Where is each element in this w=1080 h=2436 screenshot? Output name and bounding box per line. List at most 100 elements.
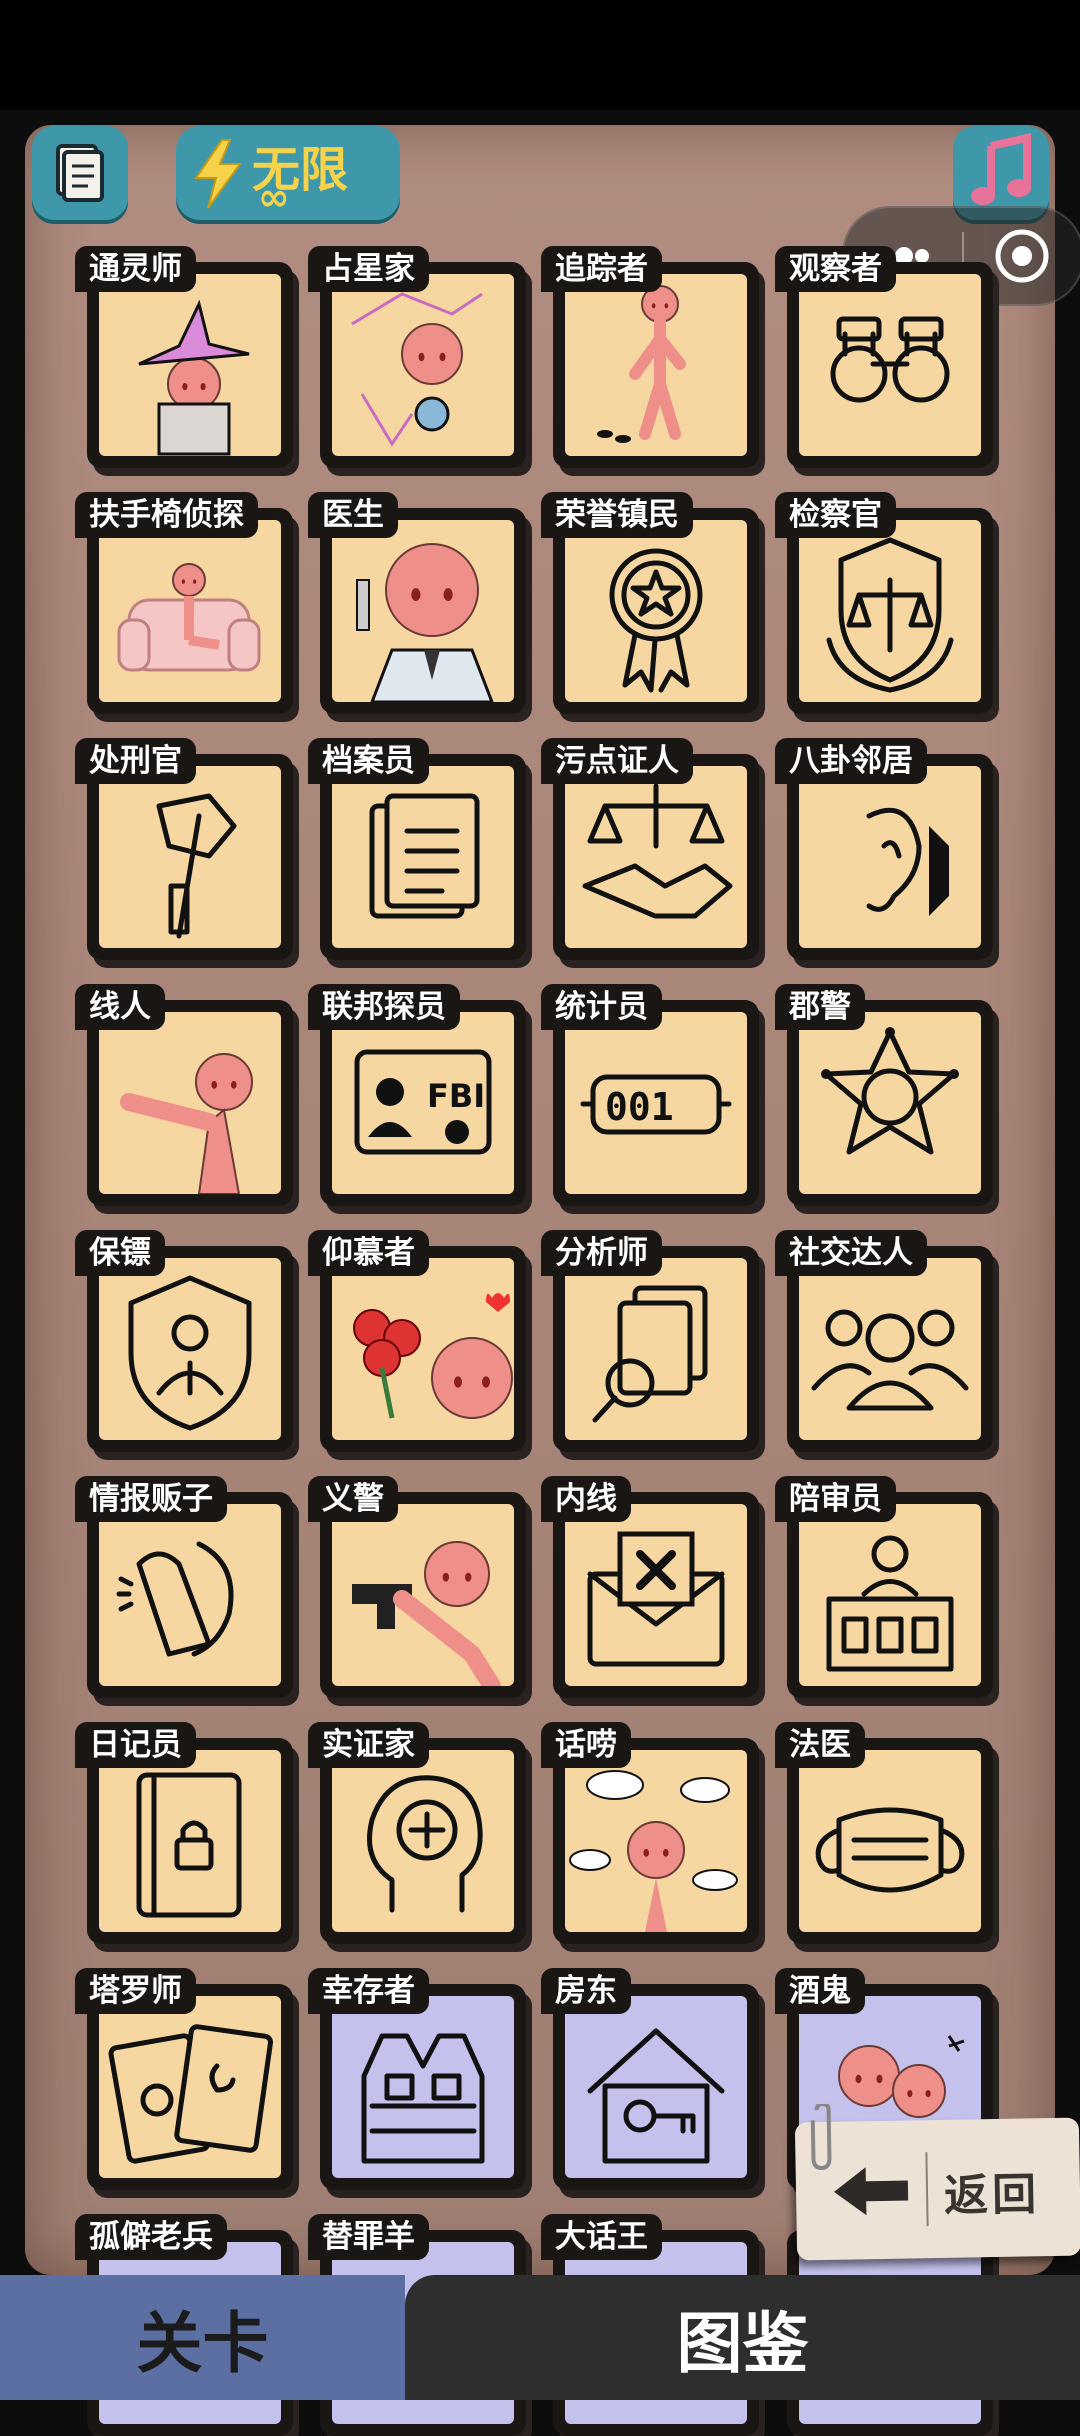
card-name-label: 荣誉镇民	[541, 492, 693, 538]
collection-card[interactable]: 通灵师	[75, 246, 293, 468]
collection-card[interactable]: 荣誉镇民	[541, 492, 759, 714]
ear-icon	[866, 807, 949, 916]
documents-icon	[369, 793, 480, 919]
card-frame	[87, 262, 293, 468]
card-name-label: 扶手椅侦探	[75, 492, 258, 538]
collection-card[interactable]: 001 统计员	[541, 984, 759, 1206]
card-name-label: 幸存者	[308, 1968, 429, 2014]
card-illustration	[565, 520, 747, 702]
card-name-label: 义警	[308, 1476, 398, 1522]
collection-card[interactable]: 陪审员	[775, 1476, 993, 1698]
envelope-x-icon	[587, 1531, 725, 1667]
card-name-label: 联邦探员	[308, 984, 460, 1030]
collection-card[interactable]: 追踪者	[541, 246, 759, 468]
card-name-label: 陪审员	[775, 1476, 896, 1522]
magnifier-docs-icon	[592, 1285, 708, 1423]
card-name-label: 孤僻老兵	[75, 2214, 227, 2260]
card-frame	[553, 508, 759, 714]
card-name-label: 观察者	[775, 246, 896, 292]
card-name-label: 社交达人	[775, 1230, 927, 1276]
card-name-label: 医生	[308, 492, 398, 538]
card-illustration	[565, 1750, 747, 1932]
card-frame	[320, 508, 526, 714]
head-plus-icon	[367, 1775, 483, 1913]
collection-card[interactable]: 档案员	[308, 738, 526, 960]
collection-card[interactable]: 处刑官	[75, 738, 293, 960]
tab-levels[interactable]: 关卡	[0, 2275, 405, 2400]
card-illustration	[332, 520, 514, 702]
card-name-label: 法医	[775, 1722, 865, 1768]
card-frame	[553, 1738, 759, 1944]
collection-card[interactable]: 法医	[775, 1722, 993, 1944]
collection-card[interactable]: 日记员	[75, 1722, 293, 1944]
collection-card[interactable]: 保镖	[75, 1230, 293, 1452]
counter-icon: 001	[580, 1074, 732, 1135]
collection-card[interactable]: 话唠	[541, 1722, 759, 1944]
card-illustration	[99, 766, 281, 948]
card-illustration	[799, 1750, 981, 1932]
collection-card[interactable]: FBI 联邦探员	[308, 984, 526, 1206]
collection-card[interactable]: 幸存者	[308, 1968, 526, 2190]
collection-card[interactable]: 情报贩子	[75, 1476, 293, 1698]
card-frame	[320, 1246, 526, 1452]
card-illustration	[99, 520, 281, 702]
whisper-icon	[116, 1541, 234, 1657]
card-name-label: 内线	[541, 1476, 631, 1522]
collection-card[interactable]: 实证家	[308, 1722, 526, 1944]
vest-icon	[361, 2033, 485, 2164]
card-frame	[320, 1492, 526, 1698]
card-name-label: 检察官	[775, 492, 896, 538]
card-frame	[787, 1000, 993, 1206]
binoculars-icon	[830, 316, 950, 403]
card-illustration	[332, 1258, 514, 1440]
card-illustration	[565, 1504, 747, 1686]
card-name-label: 追踪者	[541, 246, 662, 292]
collection-card[interactable]: 医生	[308, 492, 526, 714]
collection-card[interactable]: 仰慕者	[308, 1230, 526, 1452]
tarot-icon	[108, 2024, 273, 2164]
collection-card[interactable]: 线人	[75, 984, 293, 1206]
card-illustration	[332, 1996, 514, 2178]
card-illustration	[799, 1504, 981, 1686]
card-frame	[87, 1492, 293, 1698]
collection-card[interactable]: 义警	[308, 1476, 526, 1698]
collection-card[interactable]: 分析师	[541, 1230, 759, 1452]
card-name-label: 仰慕者	[308, 1230, 429, 1276]
card-illustration	[99, 1504, 281, 1686]
card-name-label: 酒鬼	[775, 1968, 865, 2014]
collection-card[interactable]: 占星家	[308, 246, 526, 468]
back-label: 返回	[943, 2169, 1041, 2222]
chatter-icon	[569, 1770, 738, 1932]
card-name-label: 统计员	[541, 984, 662, 1030]
collection-card[interactable]: 内线	[541, 1476, 759, 1698]
medium-icon	[138, 299, 250, 456]
collection-card[interactable]: 污点证人	[541, 738, 759, 960]
card-name-label: 实证家	[308, 1722, 429, 1768]
card-frame	[553, 262, 759, 468]
card-name-label: 占星家	[308, 246, 429, 292]
people-group-icon	[811, 1309, 969, 1411]
collection-card[interactable]: 检察官	[775, 492, 993, 714]
card-name-label: 塔罗师	[75, 1968, 196, 2014]
card-frame	[553, 754, 759, 960]
arrow-left-icon	[834, 2167, 909, 2216]
tracker-icon	[597, 285, 686, 443]
card-name-label: 情报贩子	[75, 1476, 227, 1522]
collection-card[interactable]: 郡警	[775, 984, 993, 1206]
back-button[interactable]: 返回	[794, 2103, 1080, 2261]
card-name-label: 八卦邻居	[775, 738, 927, 784]
paperclip-icon	[810, 2103, 832, 2171]
card-illustration	[565, 766, 747, 948]
card-illustration	[565, 274, 747, 456]
card-illustration	[565, 1996, 747, 2178]
collection-card[interactable]: 八卦邻居	[775, 738, 993, 960]
collection-card[interactable]: 社交达人	[775, 1230, 993, 1452]
collection-card[interactable]: 观察者	[775, 246, 993, 468]
tab-collection[interactable]: 图鉴	[405, 2275, 1080, 2400]
card-illustration	[99, 1996, 281, 2178]
collection-card[interactable]: 塔罗师	[75, 1968, 293, 2190]
card-frame	[87, 1246, 293, 1452]
collection-card[interactable]: 扶手椅侦探	[75, 492, 293, 714]
card-frame	[320, 1738, 526, 1944]
collection-card[interactable]: 房东	[541, 1968, 759, 2190]
